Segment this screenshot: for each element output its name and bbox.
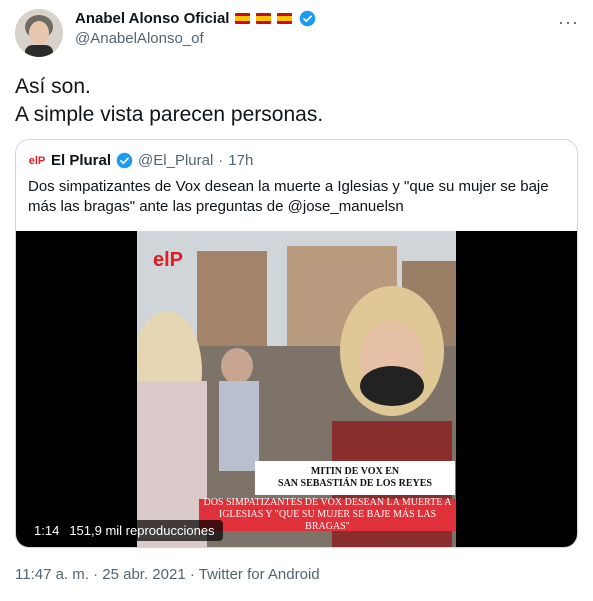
spain-flag-icon (235, 13, 251, 24)
spain-flag-icon (256, 13, 272, 24)
quoted-author-name[interactable]: El Plural (51, 152, 111, 169)
quoted-tweet-text: Dos simpatizantes de Vox desean la muert… (28, 178, 549, 215)
el-plural-overlay-logo: elP (153, 249, 184, 271)
quoted-tweet[interactable]: elP El Plural @El_Plural · 17h Dos simpa… (15, 139, 578, 548)
tweet-text-line: Así son. (15, 75, 91, 98)
author-handle[interactable]: @AnabelAlonso_of (75, 30, 204, 47)
tweet-timestamp[interactable]: 11:47 a. m. · 25 abr. 2021 · Twitter for… (15, 566, 320, 583)
verified-badge-icon (116, 152, 133, 169)
quoted-time[interactable]: 17h (228, 152, 253, 169)
tweet-text-line: A simple vista parecen personas. (15, 103, 324, 126)
caption-line: MITIN DE VOX EN (310, 466, 400, 477)
video-views: 151,9 mil reproducciones (69, 523, 215, 538)
video-duration: 1:14 (34, 523, 60, 538)
el-plural-logo-icon: elP (28, 154, 46, 167)
separator-dot: · (218, 152, 224, 169)
tweet-text: Así son. A simple vista parecen personas… (15, 73, 323, 129)
video-caption-headline: DOS SIMPATIZANTES DE VOX DESEAN LA MUERT… (199, 497, 456, 532)
video-player[interactable]: elP MITIN DE VOX EN SAN SEBASTIÁN DE LOS… (16, 231, 577, 547)
quoted-author-handle[interactable]: @El_Plural (138, 152, 213, 169)
verified-badge-icon (300, 10, 316, 27)
spain-flag-icon (277, 13, 293, 24)
video-stats-badge: 1:14 151,9 mil reproducciones (26, 520, 223, 541)
caption-line: SAN SEBASTIÁN DE LOS REYES (278, 478, 432, 489)
author-avatar[interactable] (15, 9, 63, 57)
avatar-image (15, 9, 63, 57)
caption-line: IGLESIAS Y "QUE SU MUJER SE BAJE MÁS LAS… (218, 509, 437, 532)
caption-line: DOS SIMPATIZANTES DE VOX DESEAN LA MUERT… (203, 497, 452, 508)
quoted-tweet-header: elP El Plural @El_Plural · 17h (28, 152, 254, 169)
author-name-row: Anabel Alonso Oficial (75, 10, 316, 27)
video-caption-location: MITIN DE VOX EN SAN SEBASTIÁN DE LOS REY… (255, 461, 455, 495)
author-name[interactable]: Anabel Alonso Oficial (75, 10, 229, 27)
more-icon[interactable]: ··· (558, 12, 579, 33)
